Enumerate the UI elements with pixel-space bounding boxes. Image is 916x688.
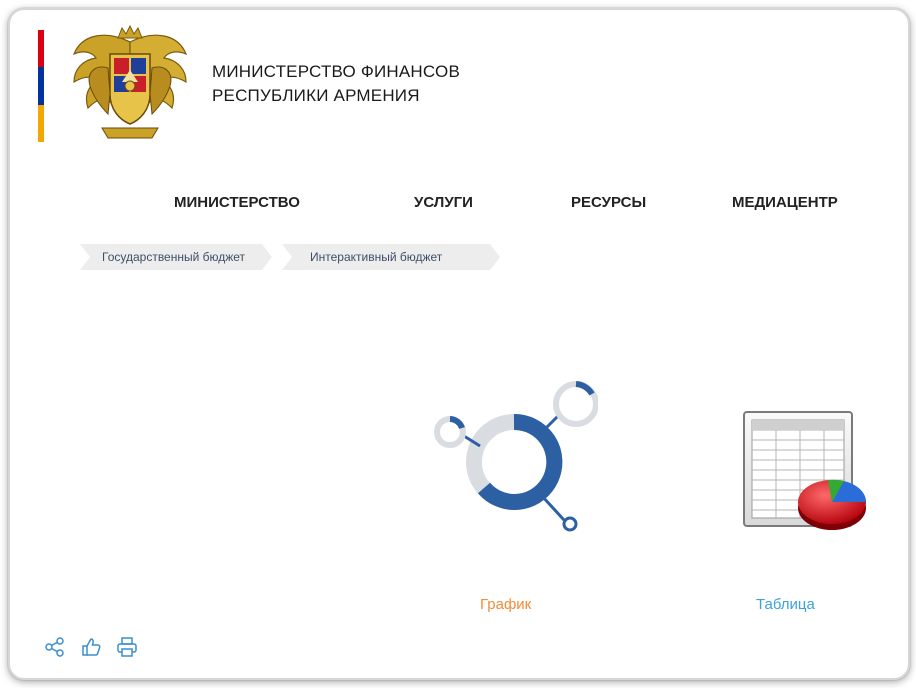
ministry-title-line1: МИНИСТЕРСТВО ФИНАНСОВ [212,62,460,81]
like-icon[interactable] [80,636,102,658]
coat-of-arms-icon[interactable] [66,24,194,146]
nav-item-services[interactable]: УСЛУГИ [414,194,473,211]
share-icon[interactable] [44,636,66,658]
ministry-title: МИНИСТЕРСТВО ФИНАНСОВ РЕСПУБЛИКИ АРМЕНИЯ [212,60,460,108]
nav-item-resources[interactable]: РЕСУРСЫ [571,194,646,211]
ministry-title-line2: РЕСПУБЛИКИ АРМЕНИЯ [212,86,420,105]
print-icon[interactable] [116,636,138,658]
graph-view-link[interactable]: График [480,596,531,613]
spreadsheet-pie-icon[interactable] [740,408,868,536]
breadcrumb-item-state-budget[interactable]: Государственный бюджет [80,244,272,270]
breadcrumb-item-interactive-budget[interactable]: Интерактивный бюджет [282,244,500,270]
nav-item-mediacenter[interactable]: МЕДИАЦЕНТР [732,194,838,211]
nav-item-ministry[interactable]: МИНИСТЕРСТВО [174,194,300,211]
armenian-flag-stripe [38,30,44,142]
donut-chart-icon[interactable] [418,372,598,542]
page-frame: МИНИСТЕРСТВО ФИНАНСОВ РЕСПУБЛИКИ АРМЕНИЯ… [8,8,910,680]
main-nav: МИНИСТЕРСТВО УСЛУГИ РЕСУРСЫ МЕДИАЦЕНТР [10,194,908,224]
table-view-link[interactable]: Таблица [756,596,815,613]
